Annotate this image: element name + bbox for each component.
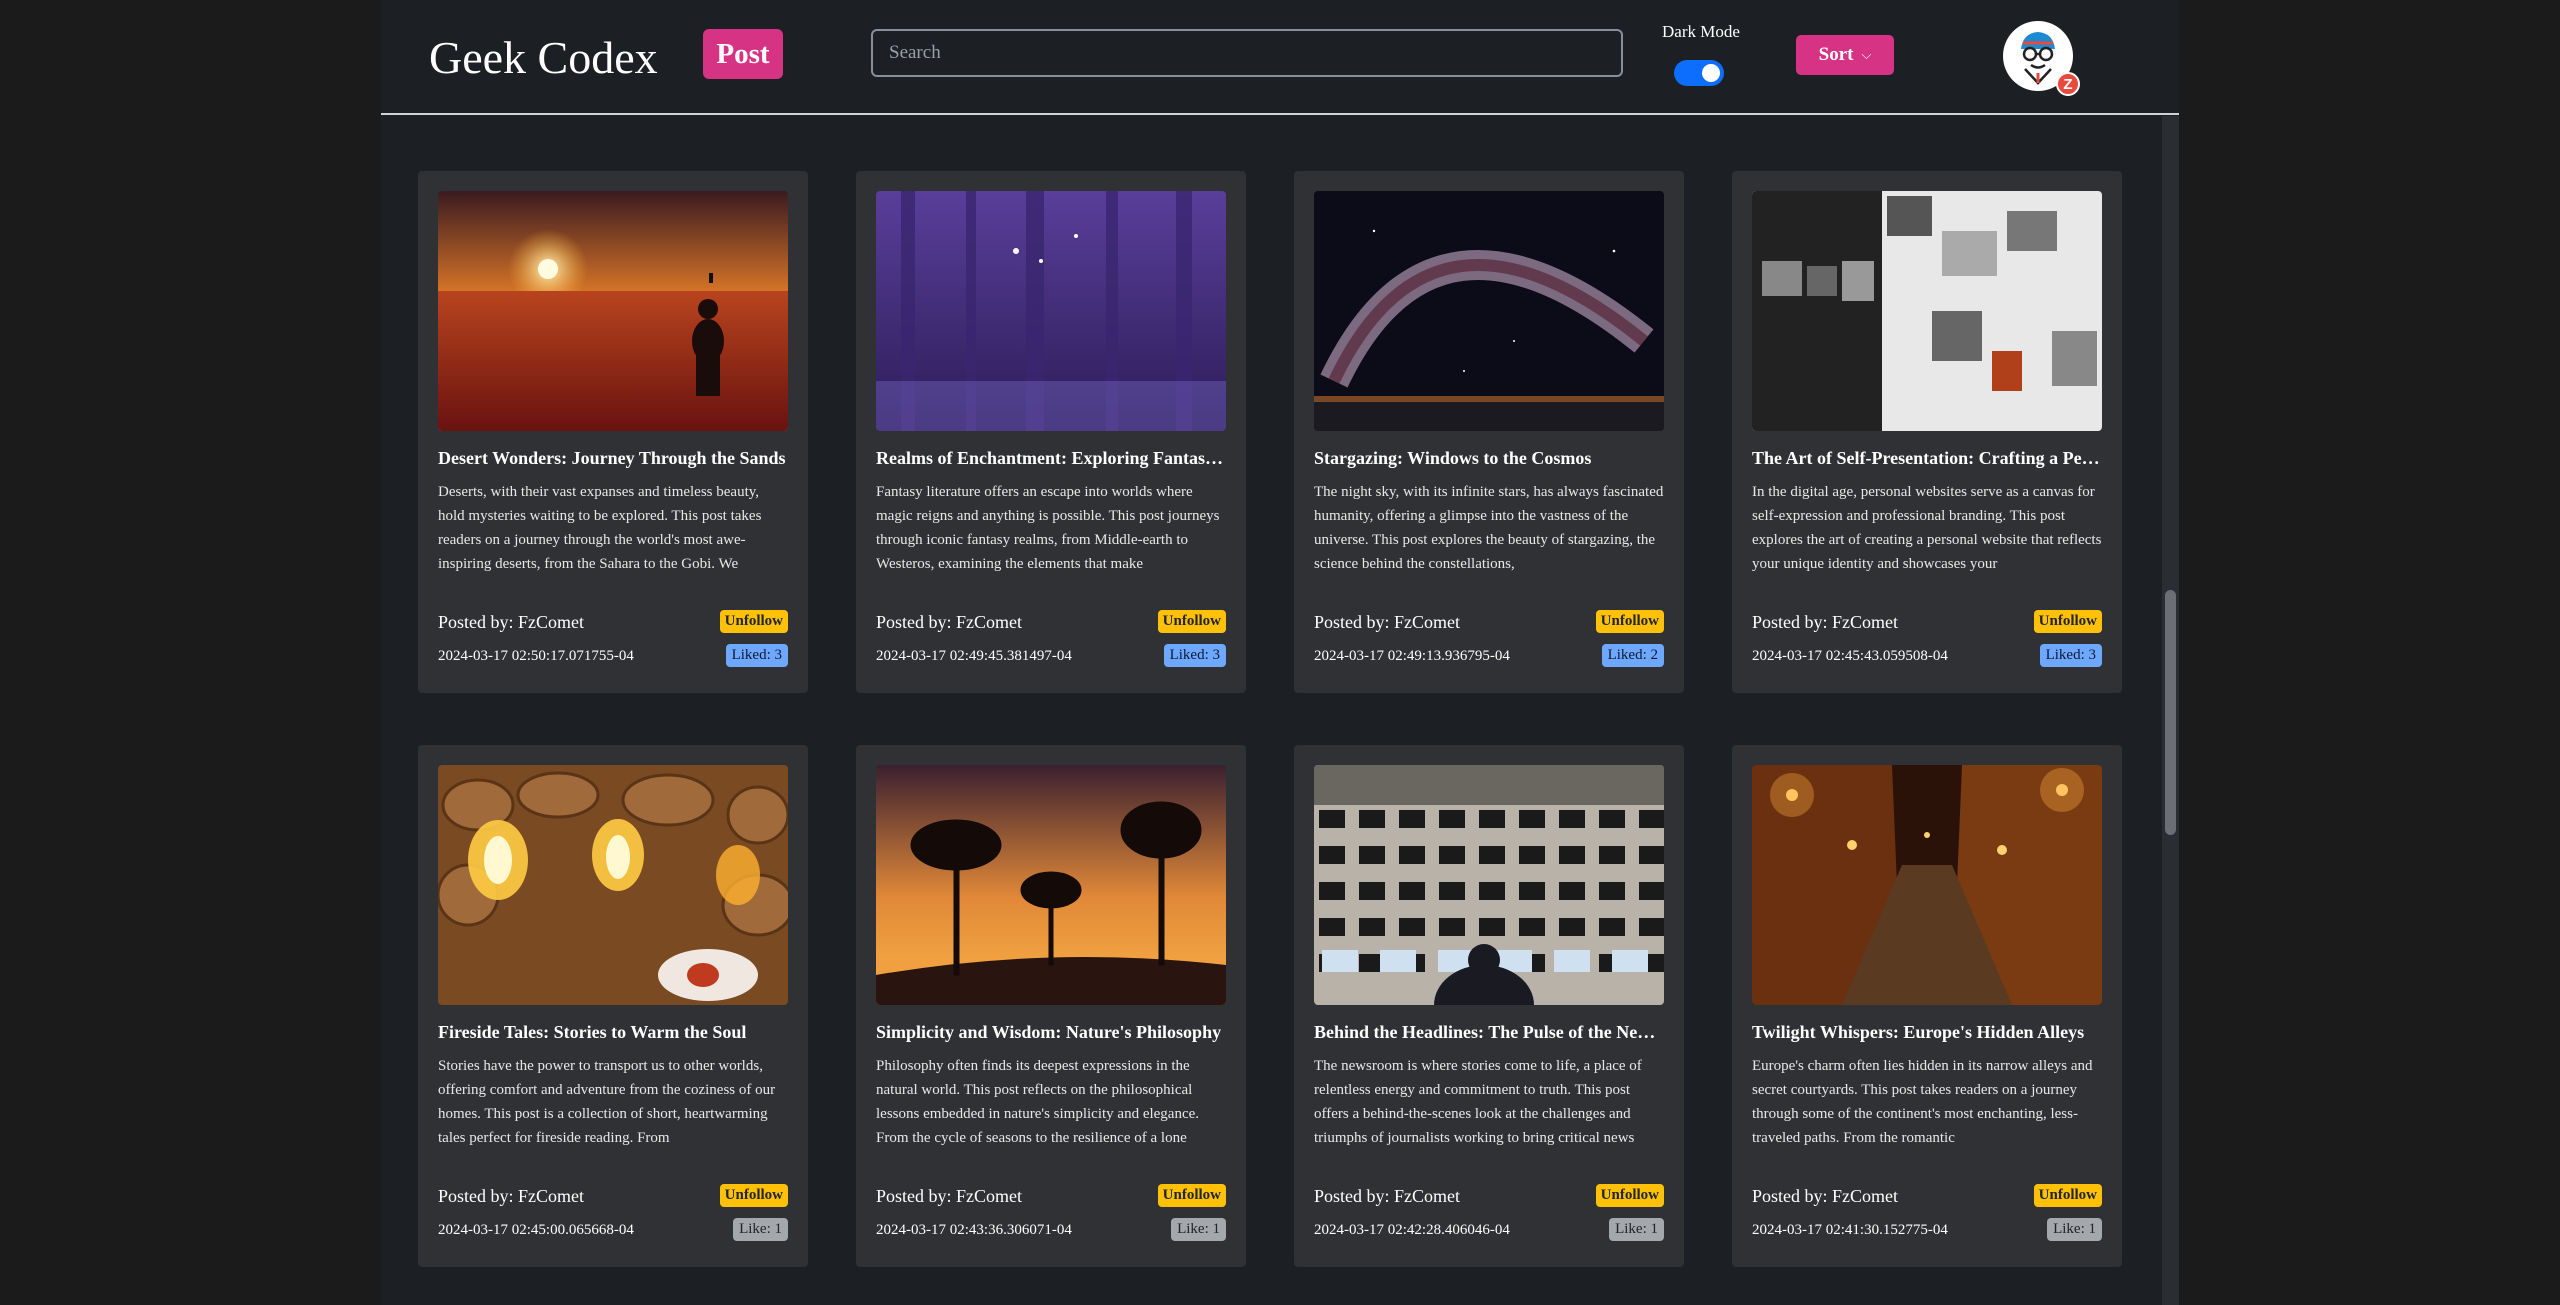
post-author: Posted by: FzComet	[1752, 612, 1899, 632]
notification-badge[interactable]: Z	[2056, 72, 2080, 96]
unfollow-button[interactable]: Unfollow	[1157, 610, 1226, 633]
chevron-down-icon: ⌵	[1861, 47, 1872, 62]
post-excerpt: The night sky, with its infinite stars, …	[1314, 484, 1664, 572]
sort-dropdown-button[interactable]: Sort ⌵	[1796, 35, 1894, 75]
post-excerpt: Deserts, with their vast expanses and ti…	[438, 484, 762, 572]
toggle-knob	[1702, 64, 1720, 82]
post-title[interactable]: The Art of Self-Presentation: Crafting a…	[1752, 448, 2102, 469]
post-excerpt: Stories have the power to transport us t…	[438, 1058, 776, 1146]
post-button[interactable]: Post	[703, 29, 783, 79]
sort-label: Sort	[1818, 44, 1854, 65]
unfollow-button[interactable]: Unfollow	[1595, 610, 1664, 633]
search-input[interactable]	[871, 29, 1623, 77]
post-thumbnail[interactable]	[876, 765, 1226, 1005]
app-window: Geek Codex Post Dark Mode Sort ⌵ Z	[381, 0, 2179, 1305]
post-author: Posted by: FzComet	[876, 612, 1023, 632]
like-button[interactable]: Like: 1	[733, 1218, 788, 1241]
post-timestamp: 2024-03-17 02:45:43.059508-04	[1752, 648, 1948, 664]
like-button[interactable]: Liked: 3	[1163, 644, 1226, 667]
post-card[interactable]: Desert Wonders: Journey Through the Sand…	[418, 171, 808, 693]
post-card[interactable]: Simplicity and Wisdom: Nature's Philosop…	[856, 745, 1246, 1267]
like-button[interactable]: Liked: 3	[2039, 644, 2102, 667]
post-author: Posted by: FzComet	[1752, 1186, 1899, 1206]
post-author: Posted by: FzComet	[1314, 612, 1461, 632]
post-author: Posted by: FzComet	[876, 1186, 1023, 1206]
post-timestamp: 2024-03-17 02:43:36.306071-04	[876, 1222, 1072, 1238]
like-button[interactable]: Like: 1	[2047, 1218, 2102, 1241]
post-title[interactable]: Fireside Tales: Stories to Warm the Soul	[438, 1022, 788, 1043]
unfollow-button[interactable]: Unfollow	[719, 610, 788, 633]
post-card[interactable]: Stargazing: Windows to the Cosmos The ni…	[1294, 171, 1684, 693]
post-timestamp: 2024-03-17 02:45:00.065668-04	[438, 1222, 634, 1238]
post-card[interactable]: The Art of Self-Presentation: Crafting a…	[1732, 171, 2122, 693]
post-card[interactable]: Twilight Whispers: Europe's Hidden Alley…	[1732, 745, 2122, 1267]
post-card[interactable]: Fireside Tales: Stories to Warm the Soul…	[418, 745, 808, 1267]
post-author: Posted by: FzComet	[438, 1186, 585, 1206]
post-title[interactable]: Twilight Whispers: Europe's Hidden Alley…	[1752, 1022, 2102, 1043]
post-thumbnail[interactable]	[1752, 765, 2102, 1005]
unfollow-button[interactable]: Unfollow	[2033, 1184, 2102, 1207]
dark-mode-label: Dark Mode	[1662, 22, 1740, 41]
post-thumbnail[interactable]	[438, 191, 788, 431]
post-card[interactable]: Realms of Enchantment: Exploring Fantasy…	[856, 171, 1246, 693]
unfollow-button[interactable]: Unfollow	[2033, 610, 2102, 633]
post-timestamp: 2024-03-17 02:41:30.152775-04	[1752, 1222, 1948, 1238]
post-excerpt: The newsroom is where stories come to li…	[1314, 1058, 1642, 1146]
post-thumbnail[interactable]	[876, 191, 1226, 431]
post-thumbnail[interactable]	[1752, 191, 2102, 431]
post-excerpt: Europe's charm often lies hidden in its …	[1752, 1058, 2093, 1146]
brand-title[interactable]: Geek Codex	[429, 28, 658, 88]
scrollbar-thumb[interactable]	[2165, 590, 2176, 835]
unfollow-button[interactable]: Unfollow	[719, 1184, 788, 1207]
post-timestamp: 2024-03-17 02:49:45.381497-04	[876, 648, 1072, 664]
post-timestamp: 2024-03-17 02:42:28.406046-04	[1314, 1222, 1510, 1238]
post-title[interactable]: Simplicity and Wisdom: Nature's Philosop…	[876, 1022, 1226, 1043]
post-card[interactable]: Behind the Headlines: The Pulse of the N…	[1294, 745, 1684, 1267]
post-author: Posted by: FzComet	[438, 612, 585, 632]
unfollow-button[interactable]: Unfollow	[1157, 1184, 1226, 1207]
post-title[interactable]: Behind the Headlines: The Pulse of the N…	[1314, 1022, 1664, 1043]
post-timestamp: 2024-03-17 02:49:13.936795-04	[1314, 648, 1510, 664]
post-title[interactable]: Stargazing: Windows to the Cosmos	[1314, 448, 1664, 469]
dark-mode-toggle[interactable]	[1674, 60, 1724, 86]
post-title[interactable]: Desert Wonders: Journey Through the Sand…	[438, 448, 788, 469]
post-excerpt: In the digital age, personal websites se…	[1752, 484, 2102, 572]
post-thumbnail[interactable]	[1314, 765, 1664, 1005]
post-excerpt: Philosophy often finds its deepest expre…	[876, 1058, 1200, 1146]
post-title[interactable]: Realms of Enchantment: Exploring Fantasy…	[876, 448, 1226, 469]
post-timestamp: 2024-03-17 02:50:17.071755-04	[438, 648, 634, 664]
like-button[interactable]: Like: 1	[1609, 1218, 1664, 1241]
post-excerpt: Fantasy literature offers an escape into…	[876, 484, 1220, 572]
like-button[interactable]: Liked: 2	[1601, 644, 1664, 667]
post-thumbnail[interactable]	[1314, 191, 1664, 431]
post-thumbnail[interactable]	[438, 765, 788, 1005]
navbar: Geek Codex Post Dark Mode Sort ⌵ Z	[381, 0, 2179, 115]
like-button[interactable]: Like: 1	[1171, 1218, 1226, 1241]
post-author: Posted by: FzComet	[1314, 1186, 1461, 1206]
unfollow-button[interactable]: Unfollow	[1595, 1184, 1664, 1207]
like-button[interactable]: Liked: 3	[725, 644, 788, 667]
